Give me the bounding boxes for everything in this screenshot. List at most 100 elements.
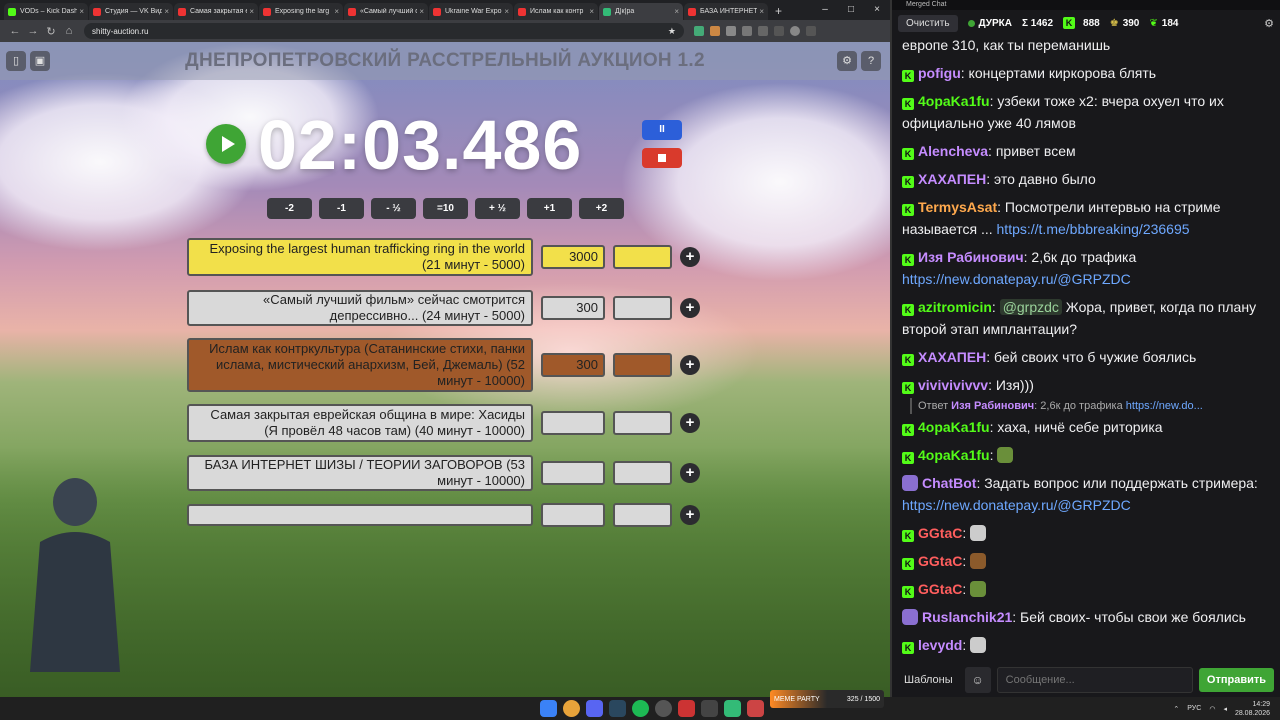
lot-name-field[interactable]: Exposing the largest human trafficking r… [187,238,533,276]
tray-chevron-icon[interactable]: ⌃ [1173,705,1179,713]
chat-username[interactable]: Ruslanchik21 [922,609,1012,625]
home-icon[interactable]: ⌂ [60,25,78,37]
browser-tab[interactable]: Самая закрытая е × [174,3,258,20]
language-indicator[interactable]: РУС [1187,705,1201,712]
templates-button[interactable]: Шаблоны [898,670,959,690]
maximize-icon[interactable]: □ [838,0,864,20]
extension-icon[interactable] [694,26,704,36]
add-bid-button[interactable]: + [680,355,700,375]
chat-message[interactable]: Ruslanchik21: Бей своих- чтобы свои же б… [902,606,1270,628]
message-input[interactable] [996,667,1193,693]
time-adjust-button[interactable]: =10 [423,198,468,219]
wifi-icon[interactable]: ◠ [1209,705,1215,713]
sidebar-toggle-icon[interactable]: ▯ [6,51,26,71]
tab-close-icon[interactable]: × [249,7,254,16]
lot-add-amount-field[interactable] [613,296,672,320]
stop-button[interactable] [642,148,682,168]
extension-icon[interactable] [742,26,752,36]
time-adjust-button[interactable]: + ½ [475,198,520,219]
chat-username[interactable]: azitromicin [918,299,992,315]
time-adjust-button[interactable]: +1 [527,198,572,219]
chat-username[interactable]: GGtaC [918,525,962,541]
forward-icon[interactable]: → [24,25,42,37]
lot-name-field[interactable] [187,504,533,526]
lot-name-field[interactable]: «Самый лучший фильм» сейчас смотрится де… [187,290,533,326]
add-bid-button[interactable]: + [680,247,700,267]
chat-message[interactable]: Kazitromicin: @grpzdc Жора, привет, когд… [902,296,1270,340]
extension-icon[interactable] [726,26,736,36]
lot-name-field[interactable]: БАЗА ИНТЕРНЕТ ШИЗЫ / ТЕОРИИ ЗАГОВОРОВ (5… [187,455,533,491]
tab-close-icon[interactable]: × [334,7,339,16]
browser-tab[interactable]: БАЗА ИНТЕРНЕТ × [684,3,768,20]
add-bid-button[interactable]: + [680,463,700,483]
chat-link[interactable]: https://new.donatepay.ru/@GRPZDC [902,497,1131,513]
tab-close-icon[interactable]: × [589,7,594,16]
lot-amount-field[interactable] [541,411,605,435]
chat-username[interactable]: GGtaC [918,553,962,569]
chat-username[interactable]: GGtaC [918,581,962,597]
app-icon[interactable] [678,700,695,717]
new-tab-icon[interactable]: + [769,3,788,20]
tab-close-icon[interactable]: × [674,7,679,16]
chat-mention[interactable]: @grpzdc [999,299,1062,315]
chat-message[interactable]: K 4opaKa1fu: узбеки тоже x2: вчера охуел … [902,90,1270,134]
tab-close-icon[interactable]: × [504,7,509,16]
browser-tab[interactable]: «Самый лучший ф × [344,3,428,20]
address-bar[interactable]: shitty-auction.ru ★ [84,23,684,39]
chat-reply-quote[interactable]: Ответ Изя Рабинович: 2,6к до трафика htt… [910,398,1270,414]
chat-message[interactable]: Kpofigu: концертами киркорова блять [902,62,1270,84]
app-icon[interactable] [701,700,718,717]
tab-close-icon[interactable]: × [759,7,764,16]
chat-username[interactable]: pofigu [918,65,961,81]
time-adjust-button[interactable]: +2 [579,198,624,219]
chat-username[interactable]: 4opaKa1fu [918,447,990,463]
tab-close-icon[interactable]: × [419,7,424,16]
chat-messages[interactable]: европе 310, как ты переманишь Kpofigu: ко… [892,34,1280,662]
obs-icon[interactable] [655,700,672,717]
lot-amount-field[interactable] [541,461,605,485]
lot-amount-field[interactable] [541,503,605,527]
discord-icon[interactable] [586,700,603,717]
lot-amount-field[interactable]: 300 [541,296,605,320]
save-icon[interactable]: ▣ [30,51,50,71]
tab-close-icon[interactable]: × [79,7,84,16]
chat-message[interactable]: K Изя Рабинович: 2,6к до трафика https://… [902,246,1270,290]
chat-message[interactable]: европе 310, как ты переманишь [902,34,1270,56]
chat-message[interactable]: K 4opaKa1fu: [902,444,1270,466]
send-button[interactable]: Отправить [1198,668,1274,692]
chat-username[interactable]: ХАХАПЕН [918,171,986,187]
browser-tab[interactable]: Д|к|ра × [599,3,683,20]
chat-message[interactable]: K GGtaC: [902,578,1270,600]
chat-message[interactable]: Klevydd: [902,634,1270,656]
clock[interactable]: 14:29 28.08.2026 [1235,700,1270,718]
add-bid-button[interactable]: + [680,413,700,433]
extension-icon[interactable] [758,26,768,36]
minimize-icon[interactable]: – [812,0,838,20]
chat-message[interactable]: K TermysAsat: Посмотрели интервью на стри… [902,196,1270,240]
settings-gear-icon[interactable]: ⚙ [837,51,857,71]
play-button[interactable] [206,124,246,164]
chat-username[interactable]: 4opaKa1fu [918,419,990,435]
reply-link[interactable]: https://new.do... [1126,400,1203,412]
tab-close-icon[interactable]: × [164,7,169,16]
close-window-icon[interactable]: × [864,0,890,20]
chat-message[interactable]: K GGtaC: [902,550,1270,572]
back-icon[interactable]: ← [6,25,24,37]
chat-username[interactable]: Изя Рабинович [918,249,1024,265]
time-adjust-button[interactable]: -1 [319,198,364,219]
chat-link[interactable]: https://new.donatepay.ru/@GRPZDC [902,271,1131,287]
steam-icon[interactable] [609,700,626,717]
time-adjust-button[interactable]: - ½ [371,198,416,219]
lot-add-amount-field[interactable] [613,245,672,269]
spotify-icon[interactable] [632,700,649,717]
chat-username[interactable]: levydd [918,637,962,653]
chat-message[interactable]: K Alencheva: привет всем [902,140,1270,162]
start-menu-icon[interactable] [540,700,557,717]
lot-add-amount-field[interactable] [613,353,672,377]
volume-icon[interactable]: ◂ [1223,705,1227,713]
pause-button[interactable]: II [642,120,682,140]
app-icon[interactable] [747,700,764,717]
chat-message[interactable]: K GGtaC: [902,522,1270,544]
add-bid-button[interactable]: + [680,298,700,318]
chat-message[interactable]: K ХАХАПЕН: это давно было [902,168,1270,190]
